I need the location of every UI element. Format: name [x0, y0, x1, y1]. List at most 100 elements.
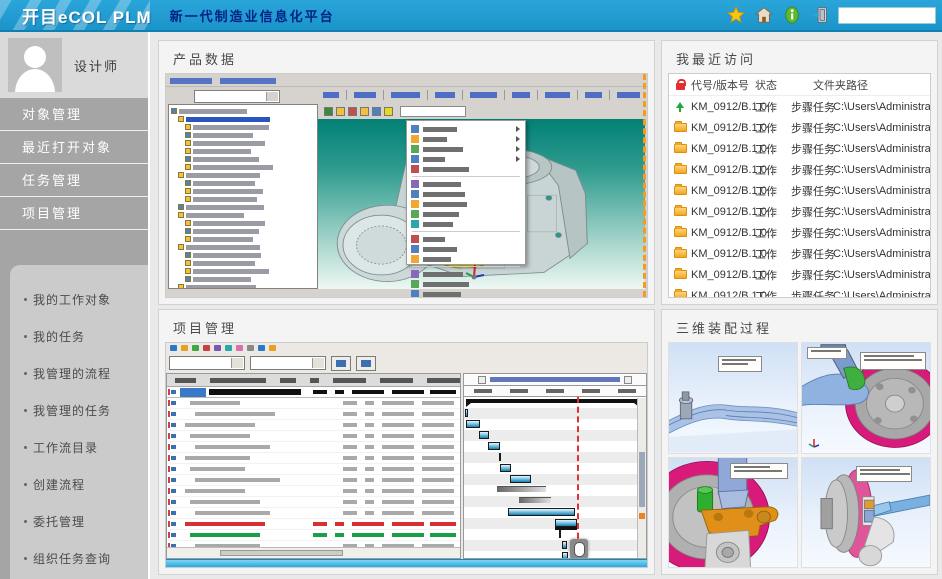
toolbar-icon[interactable] — [269, 345, 276, 351]
recent-row[interactable]: KM_0912/B.1.0...工作步骤任务C:\Users\Administr… — [669, 180, 930, 201]
context-menu-item[interactable] — [409, 199, 523, 209]
recent-row[interactable]: KM_0912/B.1.0...工作步骤任务C:\Users\Administr… — [669, 138, 930, 159]
context-menu-item[interactable] — [409, 209, 523, 219]
sidebar-item-recent-objects[interactable]: 最近打开对象 — [0, 131, 148, 164]
assembly-step-2-image[interactable] — [801, 342, 931, 454]
gantt-task-row[interactable] — [167, 431, 460, 442]
gantt-table-hscrollbar[interactable] — [167, 547, 460, 558]
sidebar-item-object-management[interactable]: 对象管理 — [0, 98, 148, 131]
gantt-button-2[interactable] — [356, 356, 376, 371]
context-menu-item[interactable] — [409, 189, 523, 199]
gantt-bar[interactable] — [466, 399, 639, 403]
gantt-filter-dropdown[interactable] — [169, 356, 245, 370]
toolbar-icon[interactable] — [203, 345, 210, 351]
gantt-task-row[interactable] — [167, 508, 460, 519]
tree-node[interactable] — [171, 235, 317, 243]
tree-node[interactable] — [171, 211, 317, 219]
context-menu-item[interactable] — [409, 124, 523, 134]
toolbar-icon[interactable] — [170, 345, 177, 351]
gantt-bar[interactable] — [499, 453, 502, 461]
gantt-task-row[interactable] — [167, 420, 460, 431]
submenu-delegate-management[interactable]: 委托管理 — [24, 503, 148, 540]
gantt-task-row[interactable] — [167, 453, 460, 464]
recent-row[interactable]: KM_0912/B.1.0...工作步骤任务C:\Users\Administr… — [669, 264, 930, 285]
cad-context-menu[interactable] — [406, 120, 526, 265]
timeline-right-arrow[interactable] — [624, 376, 632, 384]
info-icon[interactable] — [782, 5, 802, 25]
gantt-button-1[interactable] — [331, 356, 351, 371]
timeline-left-arrow[interactable] — [478, 376, 486, 384]
gantt-bottom-scrollbar[interactable] — [166, 559, 647, 567]
gantt-bar[interactable] — [555, 519, 577, 527]
gantt-bar[interactable] — [510, 475, 532, 483]
tree-node[interactable] — [171, 155, 317, 163]
gantt-task-row[interactable] — [167, 486, 460, 497]
gantt-bar[interactable] — [479, 431, 490, 439]
recent-row[interactable]: KM_0912/B.1.0...工作步骤任务C:\Users\Administr… — [669, 96, 930, 117]
tree-node[interactable] — [171, 251, 317, 259]
sidebar-item-task-management[interactable]: 任务管理 — [0, 164, 148, 197]
gantt-bar[interactable] — [559, 530, 562, 538]
quick-search-input[interactable] — [838, 7, 936, 24]
gantt-task-row[interactable] — [167, 497, 460, 508]
gantt-task-row[interactable] — [167, 475, 460, 486]
tree-node[interactable] — [171, 131, 317, 139]
tree-node[interactable] — [171, 243, 317, 251]
context-menu-item[interactable] — [409, 289, 523, 298]
gantt-bar[interactable] — [519, 497, 552, 503]
tree-node[interactable] — [171, 283, 317, 289]
tree-node[interactable] — [171, 203, 317, 211]
submenu-my-managed-tasks[interactable]: 我管理的任务 — [24, 392, 148, 429]
tree-node[interactable] — [171, 219, 317, 227]
tree-node[interactable] — [171, 187, 317, 195]
context-menu-item[interactable] — [409, 154, 523, 164]
tree-node[interactable] — [171, 163, 317, 171]
gantt-task-row[interactable] — [167, 519, 460, 530]
gantt-bar[interactable] — [500, 464, 511, 472]
view-tool-icon[interactable] — [336, 107, 345, 116]
product-data-viewer[interactable] — [165, 73, 648, 298]
toolbar-icon[interactable] — [181, 345, 188, 351]
context-menu-item[interactable] — [409, 254, 523, 264]
submenu-my-managed-flows[interactable]: 我管理的流程 — [24, 355, 148, 392]
context-menu-item[interactable] — [409, 134, 523, 144]
gantt-view-dropdown[interactable] — [250, 356, 326, 370]
gantt-bar[interactable] — [508, 508, 575, 516]
view-tool-icon[interactable] — [372, 107, 381, 116]
tree-node[interactable] — [171, 275, 317, 283]
project-gantt-wrap[interactable] — [165, 342, 648, 568]
recent-row[interactable]: KM_0912/B.1.0...工作步骤任务C:\Users\Administr… — [669, 243, 930, 264]
gantt-task-row[interactable] — [167, 387, 460, 398]
assembly-step-4-image[interactable] — [801, 457, 931, 569]
gantt-task-row[interactable] — [167, 442, 460, 453]
exit-logout-icon[interactable] — [810, 5, 830, 25]
tree-node[interactable] — [171, 107, 317, 115]
context-menu-item[interactable] — [409, 279, 523, 289]
view-tool-icon[interactable] — [384, 107, 393, 116]
context-menu-item[interactable] — [409, 234, 523, 244]
recent-row[interactable]: KM_0912/B.1.0...工作步骤任务C:\Users\Administr… — [669, 201, 930, 222]
toolbar-icon[interactable] — [214, 345, 221, 351]
gantt-task-row[interactable] — [167, 398, 460, 409]
tree-node[interactable] — [171, 123, 317, 131]
context-menu-item[interactable] — [409, 219, 523, 229]
assembly-step-1-image[interactable] — [668, 342, 798, 454]
gantt-bar[interactable] — [562, 552, 567, 558]
col-folder-path[interactable]: 文件夹路径 — [813, 77, 930, 93]
context-menu-item[interactable] — [409, 244, 523, 254]
tree-node[interactable] — [171, 195, 317, 203]
submenu-workflow-directory[interactable]: 工作流目录 — [24, 429, 148, 466]
toolbar-icon[interactable] — [247, 345, 254, 351]
tree-node[interactable] — [171, 171, 317, 179]
tree-node[interactable] — [171, 227, 317, 235]
recent-row[interactable]: KM_0912/B.1.0...工作步骤任务C:\Users\Administr… — [669, 117, 930, 138]
gantt-bar[interactable] — [497, 486, 546, 492]
recent-row[interactable]: KM_0912/B.1.0...工作步骤任务C:\Users\Administr… — [669, 222, 930, 243]
gantt-task-row[interactable] — [167, 464, 460, 475]
tree-node[interactable] — [171, 259, 317, 267]
context-menu-item[interactable] — [409, 144, 523, 154]
tree-node[interactable] — [171, 139, 317, 147]
tree-node[interactable] — [171, 179, 317, 187]
view-tool-icon[interactable] — [360, 107, 369, 116]
gantt-bar[interactable] — [466, 420, 481, 428]
